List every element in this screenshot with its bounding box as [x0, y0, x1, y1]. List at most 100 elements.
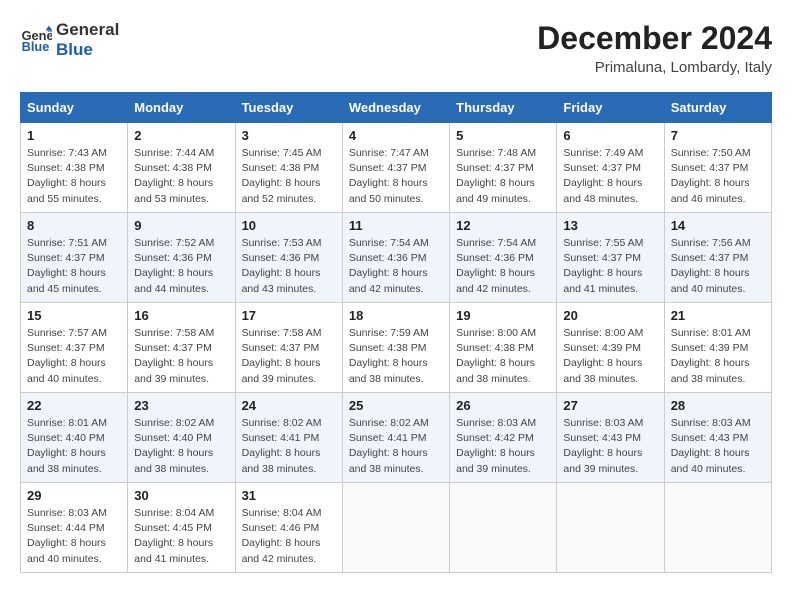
day-cell-14: 14 Sunrise: 7:56 AM Sunset: 4:37 PM Dayl…	[664, 213, 771, 303]
title-block: December 2024 Primaluna, Lombardy, Italy	[537, 20, 772, 76]
empty-cell	[342, 483, 449, 573]
day-detail: Sunrise: 8:00 AM Sunset: 4:38 PM Dayligh…	[456, 326, 550, 387]
day-number: 18	[349, 308, 443, 323]
col-header-sunday: Sunday	[21, 93, 128, 123]
day-cell-13: 13 Sunrise: 7:55 AM Sunset: 4:37 PM Dayl…	[557, 213, 664, 303]
day-cell-29: 29 Sunrise: 8:03 AM Sunset: 4:44 PM Dayl…	[21, 483, 128, 573]
day-cell-24: 24 Sunrise: 8:02 AM Sunset: 4:41 PM Dayl…	[235, 393, 342, 483]
week-row-4: 22 Sunrise: 8:01 AM Sunset: 4:40 PM Dayl…	[21, 393, 772, 483]
col-header-tuesday: Tuesday	[235, 93, 342, 123]
day-number: 8	[27, 218, 121, 233]
day-number: 29	[27, 488, 121, 503]
day-detail: Sunrise: 7:52 AM Sunset: 4:36 PM Dayligh…	[134, 236, 228, 297]
day-detail: Sunrise: 7:54 AM Sunset: 4:36 PM Dayligh…	[349, 236, 443, 297]
day-number: 10	[242, 218, 336, 233]
day-number: 28	[671, 398, 765, 413]
day-number: 3	[242, 128, 336, 143]
day-number: 15	[27, 308, 121, 323]
day-detail: Sunrise: 7:58 AM Sunset: 4:37 PM Dayligh…	[242, 326, 336, 387]
day-number: 2	[134, 128, 228, 143]
day-cell-20: 20 Sunrise: 8:00 AM Sunset: 4:39 PM Dayl…	[557, 303, 664, 393]
day-detail: Sunrise: 7:55 AM Sunset: 4:37 PM Dayligh…	[563, 236, 657, 297]
day-number: 30	[134, 488, 228, 503]
day-cell-1: 1 Sunrise: 7:43 AM Sunset: 4:38 PM Dayli…	[21, 123, 128, 213]
day-cell-5: 5 Sunrise: 7:48 AM Sunset: 4:37 PM Dayli…	[450, 123, 557, 213]
day-cell-9: 9 Sunrise: 7:52 AM Sunset: 4:36 PM Dayli…	[128, 213, 235, 303]
day-cell-11: 11 Sunrise: 7:54 AM Sunset: 4:36 PM Dayl…	[342, 213, 449, 303]
day-number: 17	[242, 308, 336, 323]
day-detail: Sunrise: 8:03 AM Sunset: 4:42 PM Dayligh…	[456, 416, 550, 477]
day-cell-21: 21 Sunrise: 8:01 AM Sunset: 4:39 PM Dayl…	[664, 303, 771, 393]
calendar-table: SundayMondayTuesdayWednesdayThursdayFrid…	[20, 92, 772, 573]
day-detail: Sunrise: 7:44 AM Sunset: 4:38 PM Dayligh…	[134, 146, 228, 207]
day-number: 4	[349, 128, 443, 143]
day-detail: Sunrise: 8:01 AM Sunset: 4:39 PM Dayligh…	[671, 326, 765, 387]
day-number: 7	[671, 128, 765, 143]
week-row-5: 29 Sunrise: 8:03 AM Sunset: 4:44 PM Dayl…	[21, 483, 772, 573]
day-number: 31	[242, 488, 336, 503]
day-number: 21	[671, 308, 765, 323]
day-detail: Sunrise: 7:59 AM Sunset: 4:38 PM Dayligh…	[349, 326, 443, 387]
day-cell-23: 23 Sunrise: 8:02 AM Sunset: 4:40 PM Dayl…	[128, 393, 235, 483]
day-detail: Sunrise: 8:00 AM Sunset: 4:39 PM Dayligh…	[563, 326, 657, 387]
day-detail: Sunrise: 7:50 AM Sunset: 4:37 PM Dayligh…	[671, 146, 765, 207]
day-number: 9	[134, 218, 228, 233]
day-detail: Sunrise: 8:02 AM Sunset: 4:41 PM Dayligh…	[242, 416, 336, 477]
day-cell-30: 30 Sunrise: 8:04 AM Sunset: 4:45 PM Dayl…	[128, 483, 235, 573]
day-number: 27	[563, 398, 657, 413]
col-header-thursday: Thursday	[450, 93, 557, 123]
day-cell-4: 4 Sunrise: 7:47 AM Sunset: 4:37 PM Dayli…	[342, 123, 449, 213]
day-detail: Sunrise: 7:45 AM Sunset: 4:38 PM Dayligh…	[242, 146, 336, 207]
day-number: 26	[456, 398, 550, 413]
day-cell-2: 2 Sunrise: 7:44 AM Sunset: 4:38 PM Dayli…	[128, 123, 235, 213]
day-number: 16	[134, 308, 228, 323]
day-number: 24	[242, 398, 336, 413]
week-row-3: 15 Sunrise: 7:57 AM Sunset: 4:37 PM Dayl…	[21, 303, 772, 393]
day-cell-22: 22 Sunrise: 8:01 AM Sunset: 4:40 PM Dayl…	[21, 393, 128, 483]
day-cell-25: 25 Sunrise: 8:02 AM Sunset: 4:41 PM Dayl…	[342, 393, 449, 483]
day-cell-27: 27 Sunrise: 8:03 AM Sunset: 4:43 PM Dayl…	[557, 393, 664, 483]
day-cell-10: 10 Sunrise: 7:53 AM Sunset: 4:36 PM Dayl…	[235, 213, 342, 303]
day-cell-28: 28 Sunrise: 8:03 AM Sunset: 4:43 PM Dayl…	[664, 393, 771, 483]
col-header-wednesday: Wednesday	[342, 93, 449, 123]
day-detail: Sunrise: 7:49 AM Sunset: 4:37 PM Dayligh…	[563, 146, 657, 207]
day-cell-12: 12 Sunrise: 7:54 AM Sunset: 4:36 PM Dayl…	[450, 213, 557, 303]
page-header: General Blue General Blue December 2024 …	[20, 20, 772, 76]
day-cell-6: 6 Sunrise: 7:49 AM Sunset: 4:37 PM Dayli…	[557, 123, 664, 213]
svg-text:Blue: Blue	[22, 39, 50, 54]
day-number: 25	[349, 398, 443, 413]
day-detail: Sunrise: 8:03 AM Sunset: 4:44 PM Dayligh…	[27, 506, 121, 567]
day-cell-7: 7 Sunrise: 7:50 AM Sunset: 4:37 PM Dayli…	[664, 123, 771, 213]
logo-general: General	[56, 20, 119, 40]
day-detail: Sunrise: 8:04 AM Sunset: 4:46 PM Dayligh…	[242, 506, 336, 567]
day-detail: Sunrise: 7:58 AM Sunset: 4:37 PM Dayligh…	[134, 326, 228, 387]
day-cell-18: 18 Sunrise: 7:59 AM Sunset: 4:38 PM Dayl…	[342, 303, 449, 393]
day-detail: Sunrise: 7:57 AM Sunset: 4:37 PM Dayligh…	[27, 326, 121, 387]
day-cell-31: 31 Sunrise: 8:04 AM Sunset: 4:46 PM Dayl…	[235, 483, 342, 573]
day-detail: Sunrise: 8:04 AM Sunset: 4:45 PM Dayligh…	[134, 506, 228, 567]
day-cell-16: 16 Sunrise: 7:58 AM Sunset: 4:37 PM Dayl…	[128, 303, 235, 393]
col-header-saturday: Saturday	[664, 93, 771, 123]
day-detail: Sunrise: 7:53 AM Sunset: 4:36 PM Dayligh…	[242, 236, 336, 297]
day-detail: Sunrise: 7:54 AM Sunset: 4:36 PM Dayligh…	[456, 236, 550, 297]
logo: General Blue General Blue	[20, 20, 119, 59]
week-row-2: 8 Sunrise: 7:51 AM Sunset: 4:37 PM Dayli…	[21, 213, 772, 303]
week-row-1: 1 Sunrise: 7:43 AM Sunset: 4:38 PM Dayli…	[21, 123, 772, 213]
empty-cell	[557, 483, 664, 573]
day-cell-3: 3 Sunrise: 7:45 AM Sunset: 4:38 PM Dayli…	[235, 123, 342, 213]
logo-icon: General Blue	[20, 24, 52, 56]
day-number: 14	[671, 218, 765, 233]
day-number: 19	[456, 308, 550, 323]
month-year-title: December 2024	[537, 20, 772, 57]
col-header-friday: Friday	[557, 93, 664, 123]
day-detail: Sunrise: 7:43 AM Sunset: 4:38 PM Dayligh…	[27, 146, 121, 207]
day-number: 13	[563, 218, 657, 233]
day-number: 22	[27, 398, 121, 413]
day-number: 1	[27, 128, 121, 143]
day-detail: Sunrise: 7:48 AM Sunset: 4:37 PM Dayligh…	[456, 146, 550, 207]
day-number: 11	[349, 218, 443, 233]
logo-blue: Blue	[56, 40, 119, 60]
day-cell-26: 26 Sunrise: 8:03 AM Sunset: 4:42 PM Dayl…	[450, 393, 557, 483]
empty-cell	[450, 483, 557, 573]
day-cell-15: 15 Sunrise: 7:57 AM Sunset: 4:37 PM Dayl…	[21, 303, 128, 393]
